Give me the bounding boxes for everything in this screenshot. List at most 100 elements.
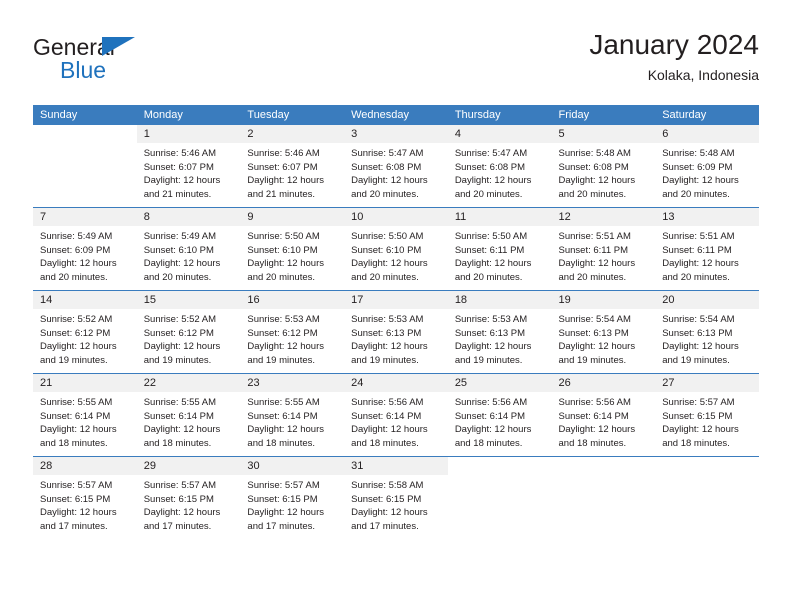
- calendar-day-cell[interactable]: 13 Sunrise: 5:51 AM Sunset: 6:11 PM Dayligh…: [655, 207, 759, 291]
- day-number: 18: [447, 291, 552, 309]
- day-sun-info: Sunrise: 5:53 AM Sunset: 6:13 PM Daylight:…: [344, 309, 448, 367]
- calendar-day-cell[interactable]: 5 Sunrise: 5:48 AM Sunset: 6:08 PM Daylight…: [551, 125, 656, 208]
- day-sun-info: Sunrise: 5:50 AM Sunset: 6:10 PM Daylight:…: [240, 226, 344, 284]
- daylight-duration-line2: and 20 minutes.: [40, 271, 108, 283]
- day-sun-info: Sunrise: 5:54 AM Sunset: 6:13 PM Daylight:…: [552, 309, 656, 367]
- calendar-day-cell[interactable]: 19 Sunrise: 5:54 AM Sunset: 6:13 PM Dayligh…: [551, 290, 656, 374]
- calendar-day-cell[interactable]: 2 Sunrise: 5:46 AM Sunset: 6:07 PM Daylight…: [240, 125, 345, 208]
- calendar-day-cell[interactable]: 26 Sunrise: 5:56 AM Sunset: 6:14 PM Dayligh…: [551, 373, 656, 457]
- day-sun-info: Sunrise: 5:55 AM Sunset: 6:14 PM Daylight:…: [137, 392, 241, 450]
- daylight-duration-line2: and 19 minutes.: [454, 354, 523, 366]
- daylight-duration-line2: and 19 minutes.: [143, 354, 212, 366]
- day-sun-info: Sunrise: 5:48 AM Sunset: 6:08 PM Daylight:…: [552, 143, 656, 201]
- sunset-time: Sunset: 6:15 PM: [662, 410, 733, 422]
- day-number: 11: [447, 208, 552, 226]
- calendar-day-cell[interactable]: 20 Sunrise: 5:54 AM Sunset: 6:13 PM Dayligh…: [655, 290, 759, 374]
- sunrise-time: Sunrise: 5:46 AM: [143, 148, 217, 159]
- sunrise-time: Sunrise: 5:48 AM: [558, 148, 631, 159]
- calendar-day-cell[interactable]: 21 Sunrise: 5:55 AM Sunset: 6:14 PM Dayligh…: [33, 373, 137, 457]
- daylight-duration-line1: Daylight: 12 hours: [247, 341, 324, 353]
- blue-triangle-icon: [102, 37, 135, 56]
- day-number: 29: [136, 457, 241, 475]
- calendar-day-cell[interactable]: 29 Sunrise: 5:57 AM Sunset: 6:15 PM Dayligh…: [136, 456, 241, 539]
- day-sun-info: Sunrise: 5:49 AM Sunset: 6:09 PM Daylight:…: [33, 226, 137, 284]
- daylight-duration-line1: Daylight: 12 hours: [143, 341, 221, 353]
- sunrise-time: Sunrise: 5:47 AM: [351, 148, 424, 159]
- calendar-day-cell[interactable]: 27 Sunrise: 5:57 AM Sunset: 6:15 PM Dayligh…: [655, 373, 759, 457]
- sunset-time: Sunset: 6:14 PM: [40, 410, 111, 422]
- daylight-duration-line2: and 20 minutes.: [143, 271, 212, 283]
- sunrise-time: Sunrise: 5:49 AM: [143, 231, 217, 242]
- day-sun-info: Sunrise: 5:47 AM Sunset: 6:08 PM Daylight:…: [448, 143, 552, 201]
- sunset-time: Sunset: 6:08 PM: [558, 161, 629, 173]
- day-sun-info: Sunrise: 5:57 AM Sunset: 6:15 PM Daylight:…: [33, 475, 137, 533]
- sunrise-time: Sunrise: 5:57 AM: [247, 480, 320, 491]
- calendar-day-cell[interactable]: 18 Sunrise: 5:53 AM Sunset: 6:13 PM Dayligh…: [447, 290, 552, 374]
- sunrise-time: Sunrise: 5:50 AM: [247, 231, 320, 242]
- page-header: General Blue January 2024 Kolaka, Indone…: [33, 28, 759, 94]
- calendar-day-cell[interactable]: 15 Sunrise: 5:52 AM Sunset: 6:12 PM Dayligh…: [136, 290, 241, 374]
- daylight-duration-line2: and 18 minutes.: [143, 437, 212, 449]
- calendar-day-cell[interactable]: 1 Sunrise: 5:46 AM Sunset: 6:07 PM Daylight…: [136, 125, 241, 208]
- calendar-day-cell[interactable]: 6 Sunrise: 5:48 AM Sunset: 6:09 PM Daylight…: [655, 125, 759, 208]
- sunset-time: Sunset: 6:13 PM: [454, 327, 526, 339]
- sunset-time: Sunset: 6:14 PM: [143, 410, 214, 422]
- calendar-day-cell[interactable]: 16 Sunrise: 5:53 AM Sunset: 6:12 PM Dayligh…: [240, 290, 345, 374]
- calendar-day-cell[interactable]: 12 Sunrise: 5:51 AM Sunset: 6:11 PM Dayligh…: [551, 207, 656, 291]
- calendar-week-row: 7 Sunrise: 5:49 AM Sunset: 6:09 PM Daylight…: [33, 207, 759, 291]
- calendar-day-cell[interactable]: 11 Sunrise: 5:50 AM Sunset: 6:11 PM Dayligh…: [447, 207, 552, 291]
- day-sun-info: Sunrise: 5:49 AM Sunset: 6:10 PM Daylight:…: [137, 226, 241, 284]
- sunrise-time: Sunrise: 5:56 AM: [558, 397, 631, 408]
- day-sun-info: Sunrise: 5:51 AM Sunset: 6:11 PM Daylight:…: [655, 226, 759, 284]
- calendar-day-cell[interactable]: 14 Sunrise: 5:52 AM Sunset: 6:12 PM Dayligh…: [33, 290, 137, 374]
- daylight-duration-line2: and 17 minutes.: [143, 520, 212, 532]
- daylight-duration-line1: Daylight: 12 hours: [662, 341, 739, 353]
- sunrise-time: Sunrise: 5:54 AM: [558, 314, 631, 325]
- calendar-day-cell[interactable]: 10 Sunrise: 5:50 AM Sunset: 6:10 PM Dayligh…: [344, 207, 448, 291]
- calendar-day-cell[interactable]: 31 Sunrise: 5:58 AM Sunset: 6:15 PM Dayligh…: [344, 456, 448, 539]
- daylight-duration-line1: Daylight: 12 hours: [454, 424, 532, 436]
- day-number: [447, 457, 552, 475]
- calendar-day-cell[interactable]: 8 Sunrise: 5:49 AM Sunset: 6:10 PM Daylight…: [136, 207, 241, 291]
- calendar-day-cell[interactable]: 25 Sunrise: 5:56 AM Sunset: 6:14 PM Dayligh…: [447, 373, 552, 457]
- daylight-duration-line1: Daylight: 12 hours: [247, 507, 324, 519]
- day-sun-info: Sunrise: 5:56 AM Sunset: 6:14 PM Daylight:…: [552, 392, 656, 450]
- calendar-body: 1 Sunrise: 5:46 AM Sunset: 6:07 PM Daylight…: [33, 125, 759, 539]
- daylight-duration-line2: and 17 minutes.: [351, 520, 419, 532]
- day-number: 31: [344, 457, 448, 475]
- calendar-day-cell[interactable]: 9 Sunrise: 5:50 AM Sunset: 6:10 PM Daylight…: [240, 207, 345, 291]
- sunset-time: Sunset: 6:14 PM: [454, 410, 526, 422]
- general-blue-logo[interactable]: General Blue: [33, 34, 233, 83]
- day-number: 10: [344, 208, 448, 226]
- calendar-day-cell[interactable]: 24 Sunrise: 5:56 AM Sunset: 6:14 PM Dayligh…: [344, 373, 448, 457]
- day-number: 13: [655, 208, 759, 226]
- calendar-day-cell[interactable]: 22 Sunrise: 5:55 AM Sunset: 6:14 PM Dayligh…: [136, 373, 241, 457]
- day-number: 22: [136, 374, 241, 392]
- calendar-day-cell[interactable]: 17 Sunrise: 5:53 AM Sunset: 6:13 PM Dayligh…: [344, 290, 448, 374]
- sunrise-time: Sunrise: 5:58 AM: [351, 480, 424, 491]
- calendar-day-cell[interactable]: 4 Sunrise: 5:47 AM Sunset: 6:08 PM Daylight…: [447, 125, 552, 208]
- day-sun-info: Sunrise: 5:52 AM Sunset: 6:12 PM Daylight:…: [137, 309, 241, 367]
- sunset-time: Sunset: 6:15 PM: [143, 493, 214, 505]
- day-number: 23: [240, 374, 345, 392]
- daylight-duration-line2: and 20 minutes.: [454, 188, 523, 200]
- day-number: 15: [136, 291, 241, 309]
- sunset-time: Sunset: 6:11 PM: [454, 244, 525, 256]
- calendar-week-row: 14 Sunrise: 5:52 AM Sunset: 6:12 PM Dayligh…: [33, 290, 759, 374]
- daylight-duration-line2: and 17 minutes.: [247, 520, 316, 532]
- daylight-duration-line2: and 17 minutes.: [40, 520, 108, 532]
- calendar-day-cell[interactable]: 30 Sunrise: 5:57 AM Sunset: 6:15 PM Dayligh…: [240, 456, 345, 539]
- daylight-duration-line1: Daylight: 12 hours: [662, 175, 739, 187]
- day-number: 17: [344, 291, 448, 309]
- calendar-day-cell[interactable]: 7 Sunrise: 5:49 AM Sunset: 6:09 PM Daylight…: [33, 207, 137, 291]
- day-sun-info: Sunrise: 5:57 AM Sunset: 6:15 PM Daylight:…: [240, 475, 344, 533]
- calendar-day-cell[interactable]: 3 Sunrise: 5:47 AM Sunset: 6:08 PM Daylight…: [344, 125, 448, 208]
- sunset-time: Sunset: 6:12 PM: [40, 327, 111, 339]
- calendar-cell-empty: [551, 456, 656, 539]
- sunset-time: Sunset: 6:13 PM: [558, 327, 629, 339]
- calendar-day-cell[interactable]: 28 Sunrise: 5:57 AM Sunset: 6:15 PM Dayligh…: [33, 456, 137, 539]
- calendar-day-cell[interactable]: 23 Sunrise: 5:55 AM Sunset: 6:14 PM Dayligh…: [240, 373, 345, 457]
- day-sun-info: Sunrise: 5:56 AM Sunset: 6:14 PM Daylight:…: [344, 392, 448, 450]
- calendar-week-row: 28 Sunrise: 5:57 AM Sunset: 6:15 PM Dayligh…: [33, 456, 759, 539]
- daylight-duration-line2: and 18 minutes.: [40, 437, 108, 449]
